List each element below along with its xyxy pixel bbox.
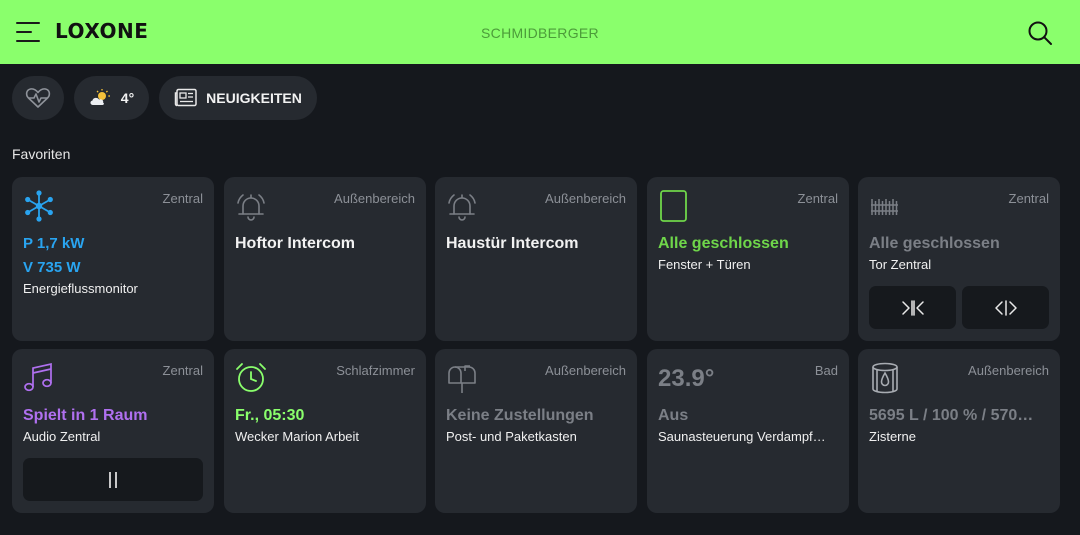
room-label: Bad xyxy=(814,363,838,378)
window-icon xyxy=(660,190,687,222)
room-label: Außenbereich xyxy=(334,191,415,206)
card-state: Spielt in 1 Raum xyxy=(23,407,148,424)
close-arrows-icon xyxy=(901,299,924,316)
card-haustuer-intercom[interactable]: Außenbereich Haustür Intercom xyxy=(435,177,637,341)
card-name: Energieflussmonitor xyxy=(23,281,138,296)
card-name: Tor Zentral xyxy=(869,257,932,272)
card-name: Saunasteuerung Verdampf… xyxy=(658,429,826,444)
card-zisterne[interactable]: Außenbereich 5695 L / 100 % / 570… Ziste… xyxy=(858,349,1060,513)
newspaper-icon xyxy=(174,88,197,107)
room-label: Zentral xyxy=(797,191,838,206)
news-button[interactable]: NEUIGKEITEN xyxy=(159,76,317,120)
weather-button[interactable]: 4° xyxy=(74,76,149,120)
card-state: 5695 L / 100 % / 570… xyxy=(869,407,1034,424)
search-icon[interactable] xyxy=(1026,19,1054,47)
weather-temperature: 4° xyxy=(120,90,135,106)
card-name: Zisterne xyxy=(869,429,916,444)
heart-pulse-icon xyxy=(25,88,51,108)
card-fenster-tueren[interactable]: Zentral Alle geschlossen Fenster + Türen xyxy=(647,177,849,341)
card-hoftor-intercom[interactable]: Außenbereich Hoftor Intercom xyxy=(224,177,426,341)
temperature-value: 23.9° xyxy=(658,365,715,392)
card-name: Post- und Paketkasten xyxy=(446,429,577,444)
card-name: Audio Zentral xyxy=(23,429,101,444)
bell-icon xyxy=(237,194,265,221)
voltage-value: V 735 W xyxy=(23,259,81,276)
card-title: Haustür Intercom xyxy=(446,235,579,252)
card-state: Alle geschlossen xyxy=(869,235,1000,252)
top-bar: LOXONE SCHMIDBERGER xyxy=(0,0,1080,64)
news-label: NEUIGKEITEN xyxy=(206,90,302,106)
card-title: Hoftor Intercom xyxy=(235,235,355,252)
card-wecker[interactable]: Schlafzimmer Fr., 05:30 Wecker Marion Ar… xyxy=(224,349,426,513)
card-name: Wecker Marion Arbeit xyxy=(235,429,360,444)
room-label: Außenbereich xyxy=(545,191,626,206)
gate-open-button[interactable] xyxy=(962,286,1049,329)
room-label: Schlafzimmer xyxy=(336,363,415,378)
card-energieflussmonitor[interactable]: Zentral P 1,7 kW V 735 W Energieflussmon… xyxy=(12,177,214,341)
card-state: Aus xyxy=(658,407,689,424)
card-state: Fr., 05:30 xyxy=(235,407,305,424)
room-label: Außenbereich xyxy=(968,363,1049,378)
music-note-icon xyxy=(24,362,52,392)
bell-icon xyxy=(448,194,476,221)
room-label: Zentral xyxy=(162,363,203,378)
energy-flow-icon xyxy=(25,190,53,222)
room-label: Außenbereich xyxy=(545,363,626,378)
page-title: SCHMIDBERGER xyxy=(481,25,599,41)
card-name: Fenster + Türen xyxy=(658,257,751,272)
room-label: Zentral xyxy=(1008,191,1049,206)
health-button[interactable] xyxy=(12,76,64,120)
card-state: Keine Zustellungen xyxy=(446,407,594,424)
card-tor-zentral[interactable]: Zentral Alle geschlossen Tor Zentral xyxy=(858,177,1060,341)
card-sauna[interactable]: 23.9° Bad Aus Saunasteuerung Verdampf… xyxy=(647,349,849,513)
gate-icon xyxy=(871,199,898,215)
card-state: Alle geschlossen xyxy=(658,235,789,252)
tank-icon xyxy=(872,362,898,394)
partly-cloudy-icon xyxy=(90,89,110,105)
card-audio-zentral[interactable]: Zentral Spielt in 1 Raum Audio Zentral xyxy=(12,349,214,513)
section-title: Favoriten xyxy=(12,146,71,162)
card-paketkasten[interactable]: Außenbereich Keine Zustellungen Post- un… xyxy=(435,349,637,513)
pause-icon xyxy=(109,471,117,488)
alarm-clock-icon xyxy=(236,363,266,392)
room-label: Zentral xyxy=(162,191,203,206)
mailbox-icon xyxy=(448,365,476,393)
open-arrows-icon xyxy=(994,299,1017,316)
gate-close-button[interactable] xyxy=(869,286,956,329)
power-value: P 1,7 kW xyxy=(23,235,85,252)
pause-button[interactable] xyxy=(23,458,203,501)
